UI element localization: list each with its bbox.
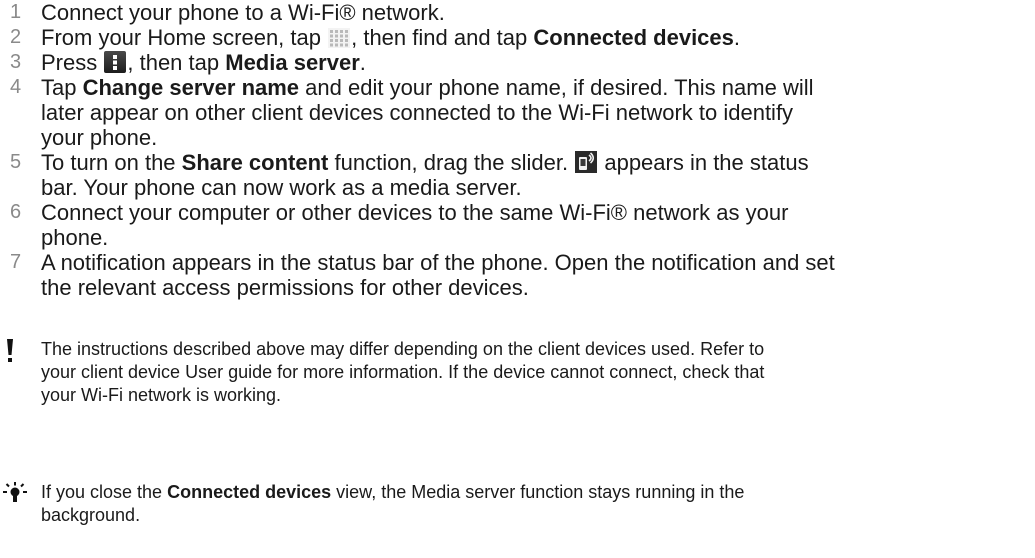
step-number: 3 [10, 51, 22, 73]
step-number: 5 [10, 151, 22, 173]
step-4-text-post: and edit your phone name, if desired. Th… [305, 75, 814, 100]
step-text: From your Home screen, tap , then find a… [41, 25, 971, 50]
step-4-line-3: your phone. [41, 125, 158, 150]
tip-text-pre: If you close the [41, 482, 163, 502]
step-2-text-post: . [733, 25, 741, 50]
step-text: To turn on the Share content function, d… [41, 150, 971, 200]
step-number: 2 [10, 26, 22, 48]
step-3-bold: Media server [225, 50, 360, 75]
step-7-line-1: A notification appears in the status bar… [41, 250, 835, 275]
step-5-line-2: bar. Your phone can now work as a media … [41, 175, 522, 200]
warning-note-text: The instructions described above may dif… [41, 338, 1031, 407]
exclamation-icon [0, 338, 30, 368]
menu-icon [104, 51, 127, 73]
step-1-text: Connect your phone to a Wi-Fi® network. [41, 0, 445, 25]
step-number: 7 [10, 251, 22, 273]
step-number: 4 [10, 76, 22, 98]
step-6-line-2: phone. [41, 225, 109, 250]
step-5-text-pre: To turn on the [41, 150, 176, 175]
step-2-text-mid: , then find and tap [351, 25, 528, 50]
step-5-bold: Share content [181, 150, 329, 175]
step-3-text-pre: Press [41, 50, 98, 75]
apps-grid-icon [328, 28, 351, 48]
tip-note-text: If you close the Connected devices view,… [41, 481, 1031, 527]
step-text: A notification appears in the status bar… [41, 250, 971, 300]
lightbulb-icon [0, 481, 30, 511]
step-4-line-2: later appear on other client devices con… [41, 100, 794, 125]
step-text: Press , then tap Media server. [41, 50, 971, 75]
media-server-status-icon [575, 151, 598, 173]
step-4-text-pre: Tap [41, 75, 77, 100]
step-2-text-pre: From your Home screen, tap [41, 25, 321, 50]
warning-line-1: The instructions described above may dif… [41, 339, 765, 359]
step-2-bold: Connected devices [533, 25, 734, 50]
warning-line-3: your Wi-Fi network is working. [41, 385, 282, 405]
step-text: Connect your phone to a Wi-Fi® network. [41, 0, 971, 25]
step-5-text-mid: function, drag the slider. [334, 150, 569, 175]
step-number: 1 [10, 1, 22, 23]
tip-bold: Connected devices [167, 482, 332, 502]
step-text: Tap Change server name and edit your pho… [41, 75, 971, 150]
step-3-text-post: . [359, 50, 366, 75]
warning-line-2: your client device User guide for more i… [41, 362, 765, 382]
step-text: Connect your computer or other devices t… [41, 200, 971, 250]
step-3-text-mid: , then tap [127, 50, 220, 75]
tip-line-2: background. [41, 505, 141, 525]
tip-text-post: view, the Media server function stays ru… [336, 482, 745, 502]
step-4-bold: Change server name [82, 75, 300, 100]
step-number: 6 [10, 201, 22, 223]
step-5-text-post: appears in the status [604, 150, 809, 175]
step-7-line-2: the relevant access permissions for othe… [41, 275, 529, 300]
step-6-line-1: Connect your computer or other devices t… [41, 200, 789, 225]
